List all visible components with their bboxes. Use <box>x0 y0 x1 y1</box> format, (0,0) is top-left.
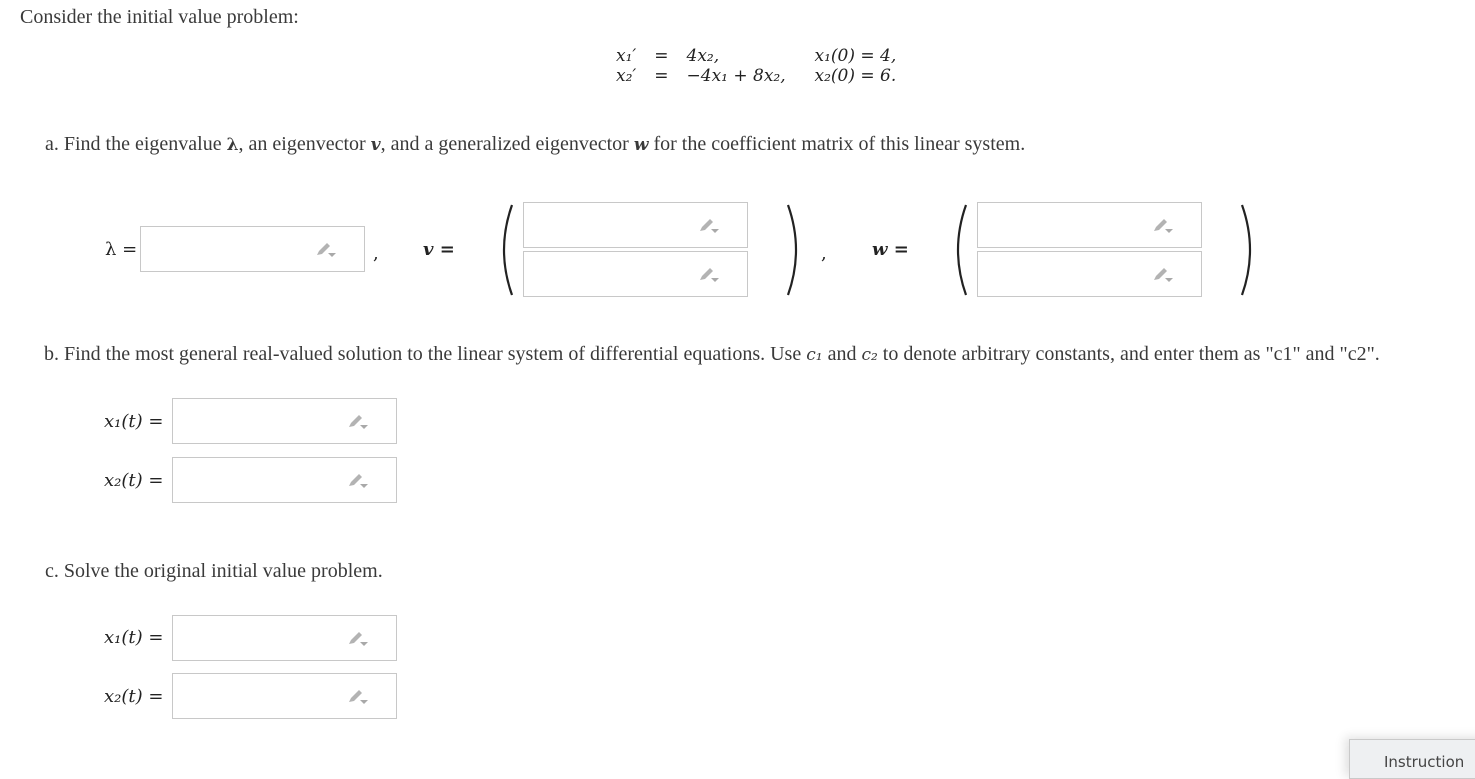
part-c-prompt: c. Solve the original initial value prob… <box>45 560 383 582</box>
right-paren-icon <box>1240 204 1252 296</box>
v-component-2-input[interactable] <box>523 251 748 297</box>
lhs: x₂′ <box>616 66 637 86</box>
v-component-1-input[interactable] <box>523 202 748 248</box>
pencil-dropdown-icon[interactable] <box>698 267 720 283</box>
x2-ivp-label: x₂(t) = <box>104 686 164 707</box>
w-component-1-input[interactable] <box>977 202 1202 248</box>
prompt-text: b. Find the most general real-valued sol… <box>44 343 807 365</box>
instructions-tab[interactable]: Instruction <box>1349 739 1475 779</box>
equals: = <box>654 46 669 66</box>
left-paren-icon <box>956 204 968 296</box>
lambda-symbol: λ <box>226 135 239 155</box>
w-component-2-input[interactable] <box>977 251 1202 297</box>
pencil-dropdown-icon[interactable] <box>1152 218 1174 234</box>
rhs: −4x₁ + 8x₂, <box>686 66 786 86</box>
intro-text: Consider the initial value problem: <box>20 6 299 28</box>
c1-symbol: c₁ <box>806 345 823 365</box>
x2-ivp-input[interactable] <box>172 673 397 719</box>
x2-general-input[interactable] <box>172 457 397 503</box>
comma: , <box>821 243 827 264</box>
equals: = <box>654 66 669 86</box>
prompt-text: for the coefficient matrix of this linea… <box>648 133 1026 155</box>
prompt-text: and <box>822 343 862 365</box>
pencil-dropdown-icon[interactable] <box>347 414 369 430</box>
rhs: 4x₂, <box>686 46 720 66</box>
prompt-text: , and a generalized eigenvector <box>380 133 634 155</box>
pencil-dropdown-icon[interactable] <box>315 242 337 258</box>
ode-system: x₁′ = 4x₂, x₁(0) = 4, x₂′ = −4x₁ + 8x₂, … <box>612 46 900 86</box>
x1-ivp-label: x₁(t) = <box>104 627 164 648</box>
right-paren-icon <box>786 204 798 296</box>
part-b-prompt: b. Find the most general real-valued sol… <box>44 343 1380 366</box>
initial-condition: x₂(0) = 6. <box>814 66 897 86</box>
pencil-dropdown-icon[interactable] <box>347 689 369 705</box>
v-label: v = <box>423 239 455 260</box>
prompt-text: a. Find the eigenvalue <box>45 133 227 155</box>
initial-condition: x₁(0) = 4, <box>814 46 897 66</box>
pencil-dropdown-icon[interactable] <box>347 631 369 647</box>
v-symbol: v <box>370 135 381 155</box>
prompt-text: to denote arbitrary constants, and enter… <box>877 343 1380 365</box>
c2-symbol: c₂ <box>861 345 878 365</box>
part-a-prompt: a. Find the eigenvalue λ, an eigenvector… <box>45 133 1025 156</box>
lambda-input[interactable] <box>140 226 365 272</box>
pencil-dropdown-icon[interactable] <box>1152 267 1174 283</box>
lhs: x₁′ <box>616 46 637 66</box>
pencil-dropdown-icon[interactable] <box>347 473 369 489</box>
prompt-text: , an eigenvector <box>238 133 371 155</box>
left-paren-icon <box>502 204 514 296</box>
x1-general-label: x₁(t) = <box>104 411 164 432</box>
x1-general-input[interactable] <box>172 398 397 444</box>
w-label: w = <box>872 239 909 260</box>
equation-row: x₂′ = −4x₁ + 8x₂, x₂(0) = 6. <box>612 66 900 86</box>
x1-ivp-input[interactable] <box>172 615 397 661</box>
equation-row: x₁′ = 4x₂, x₁(0) = 4, <box>612 46 900 66</box>
w-symbol: w <box>633 135 649 155</box>
lambda-label: λ = <box>105 239 138 260</box>
x2-general-label: x₂(t) = <box>104 470 164 491</box>
comma: , <box>373 243 379 264</box>
pencil-dropdown-icon[interactable] <box>698 218 720 234</box>
